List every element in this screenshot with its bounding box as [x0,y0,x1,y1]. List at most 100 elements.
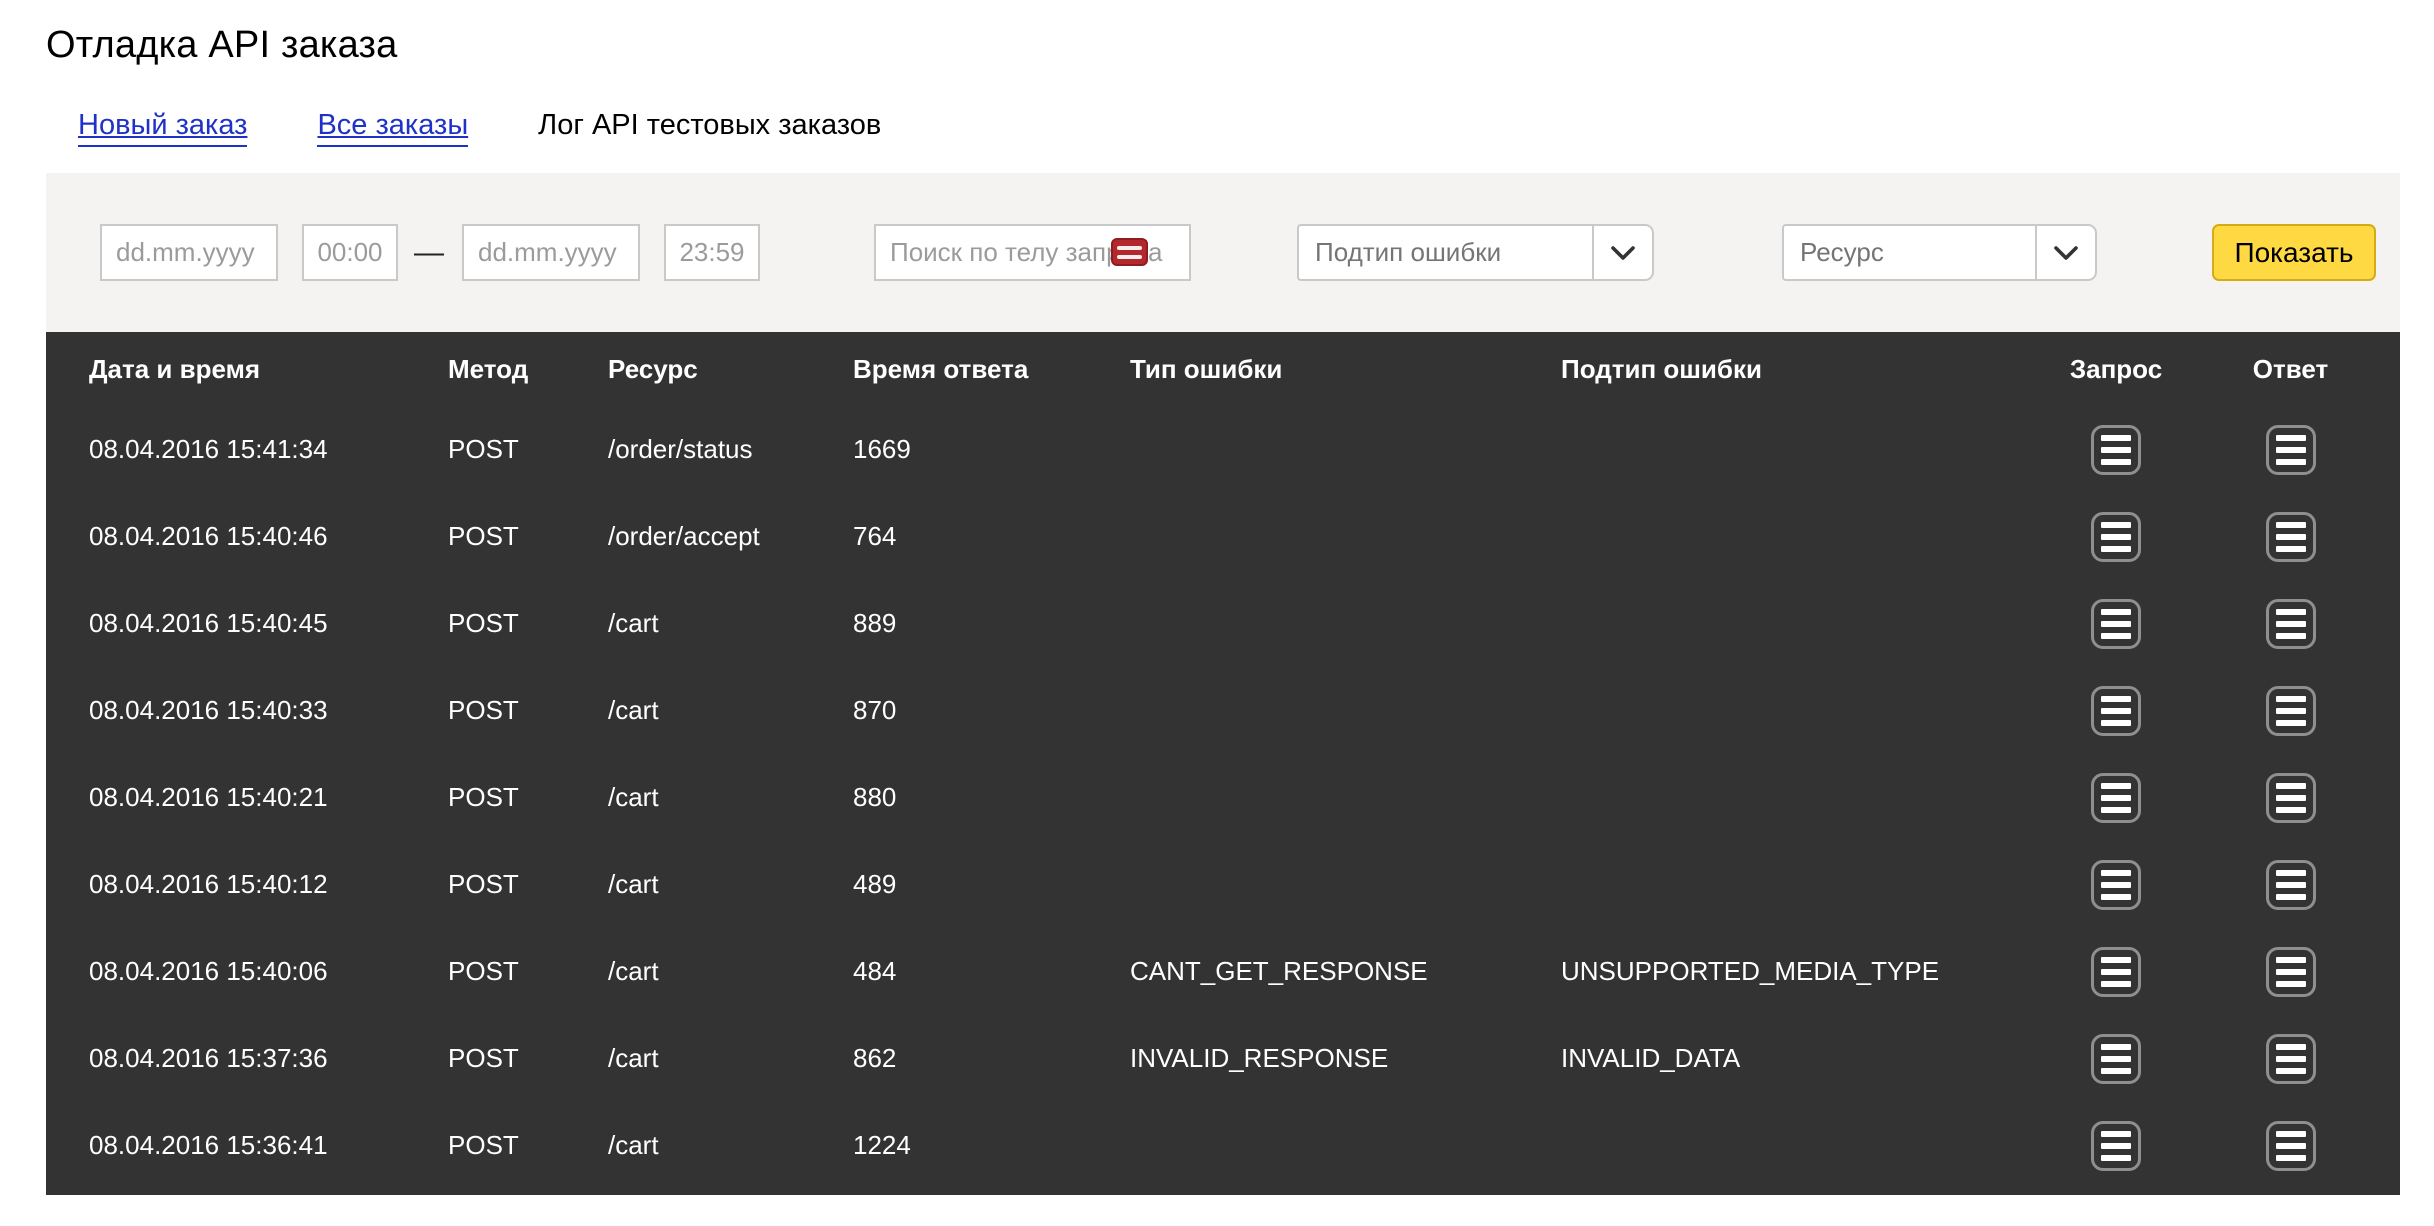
icon-bar [2101,1044,2131,1050]
icon-bar [2276,894,2306,900]
request-log-icon[interactable] [2091,947,2141,997]
cell-response [2181,773,2400,823]
table-body: 08.04.2016 15:41:34 POST /order/status 1… [46,406,2400,1189]
icon-bar [2101,969,2131,975]
cell-datetime: 08.04.2016 15:40:46 [89,521,448,552]
request-log-icon[interactable] [2091,1121,2141,1171]
response-log-icon[interactable] [2266,860,2316,910]
cell-response-time: 764 [853,521,1130,552]
time-from-input[interactable] [302,224,398,281]
icon-bar [2101,981,2131,987]
badge-bar [1117,246,1142,250]
request-log-icon[interactable] [2091,860,2141,910]
cell-resource: /cart [608,869,853,900]
request-log-icon[interactable] [2091,1034,2141,1084]
table-row: 08.04.2016 15:40:12 POST /cart 489 [46,841,2400,928]
tab-all-orders[interactable]: Все заказы [317,109,468,147]
request-log-icon[interactable] [2091,686,2141,736]
icon-bar [2101,435,2131,441]
cell-response [2181,860,2400,910]
table-row: 08.04.2016 15:36:41 POST /cart 1224 [46,1102,2400,1189]
cell-error-type: INVALID_RESPONSE [1130,1043,1561,1074]
time-to-input[interactable] [664,224,760,281]
error-subtype-dropdown-button[interactable] [1592,224,1654,281]
resource-dropdown-button[interactable] [2035,224,2097,281]
cell-request [2051,686,2181,736]
icon-bar [2276,708,2306,714]
icon-bar [2276,870,2306,876]
cell-request [2051,512,2181,562]
tab-api-log-active: Лог API тестовых заказов [538,109,881,142]
icon-bar [2276,621,2306,627]
cell-resource: /order/accept [608,521,853,552]
icon-bar [2101,522,2131,528]
resource-input[interactable] [1782,224,2035,281]
icon-bar [2101,708,2131,714]
request-log-icon[interactable] [2091,512,2141,562]
response-log-icon[interactable] [2266,512,2316,562]
icon-bar [2276,435,2306,441]
cell-response-time: 484 [853,956,1130,987]
cell-resource: /cart [608,608,853,639]
icon-bar [2101,957,2131,963]
cell-error-type: CANT_GET_RESPONSE [1130,956,1561,987]
error-subtype-input[interactable] [1297,224,1592,281]
request-log-icon[interactable] [2091,425,2141,475]
cell-response-time: 1224 [853,1130,1130,1161]
api-log-table: Дата и времяМетодРесурсВремя ответаТип о… [46,332,2400,1195]
icon-bar [2276,795,2306,801]
response-log-icon[interactable] [2266,425,2316,475]
response-log-icon[interactable] [2266,686,2316,736]
icon-bar [2276,1056,2306,1062]
column-header-7: Ответ [2181,354,2400,385]
table-row: 08.04.2016 15:37:36 POST /cart 862 INVAL… [46,1015,2400,1102]
cell-method: POST [448,869,608,900]
response-log-icon[interactable] [2266,1034,2316,1084]
cell-response-time: 880 [853,782,1130,813]
icon-bar [2276,807,2306,813]
red-extension-badge-icon[interactable] [1111,238,1148,266]
icon-bar [2276,546,2306,552]
date-from-input[interactable] [100,224,278,281]
icon-bar [2276,1068,2306,1074]
icon-bar [2101,609,2131,615]
cell-response-time: 862 [853,1043,1130,1074]
cell-request [2051,860,2181,910]
icon-bar [2101,546,2131,552]
icon-bar [2101,459,2131,465]
icon-bar [2276,447,2306,453]
cell-method: POST [448,608,608,639]
cell-resource: /cart [608,1043,853,1074]
icon-bar [2276,522,2306,528]
table-row: 08.04.2016 15:40:46 POST /order/accept 7… [46,493,2400,580]
request-log-icon[interactable] [2091,773,2141,823]
cell-resource: /cart [608,1130,853,1161]
cell-response [2181,947,2400,997]
response-log-icon[interactable] [2266,947,2316,997]
cell-resource: /cart [608,782,853,813]
icon-bar [2276,969,2306,975]
request-log-icon[interactable] [2091,599,2141,649]
tab-new-order[interactable]: Новый заказ [78,109,247,147]
resource-combo [1782,224,2097,281]
cell-response [2181,1034,2400,1084]
icon-bar [2276,1155,2306,1161]
table-row: 08.04.2016 15:40:06 POST /cart 484 CANT_… [46,928,2400,1015]
response-log-icon[interactable] [2266,773,2316,823]
table-row: 08.04.2016 15:40:33 POST /cart 870 [46,667,2400,754]
show-button[interactable]: Показать [2212,224,2376,281]
table-row: 08.04.2016 15:40:21 POST /cart 880 [46,754,2400,841]
icon-bar [2101,1056,2131,1062]
cell-response-time: 489 [853,869,1130,900]
icon-bar [2276,783,2306,789]
date-to-input[interactable] [462,224,640,281]
cell-response-time: 870 [853,695,1130,726]
cell-request [2051,947,2181,997]
response-log-icon[interactable] [2266,1121,2316,1171]
cell-resource: /cart [608,695,853,726]
page-title: Отладка API заказа [46,24,2400,67]
icon-bar [2101,795,2131,801]
response-log-icon[interactable] [2266,599,2316,649]
icon-bar [2276,534,2306,540]
icon-bar [2101,1068,2131,1074]
